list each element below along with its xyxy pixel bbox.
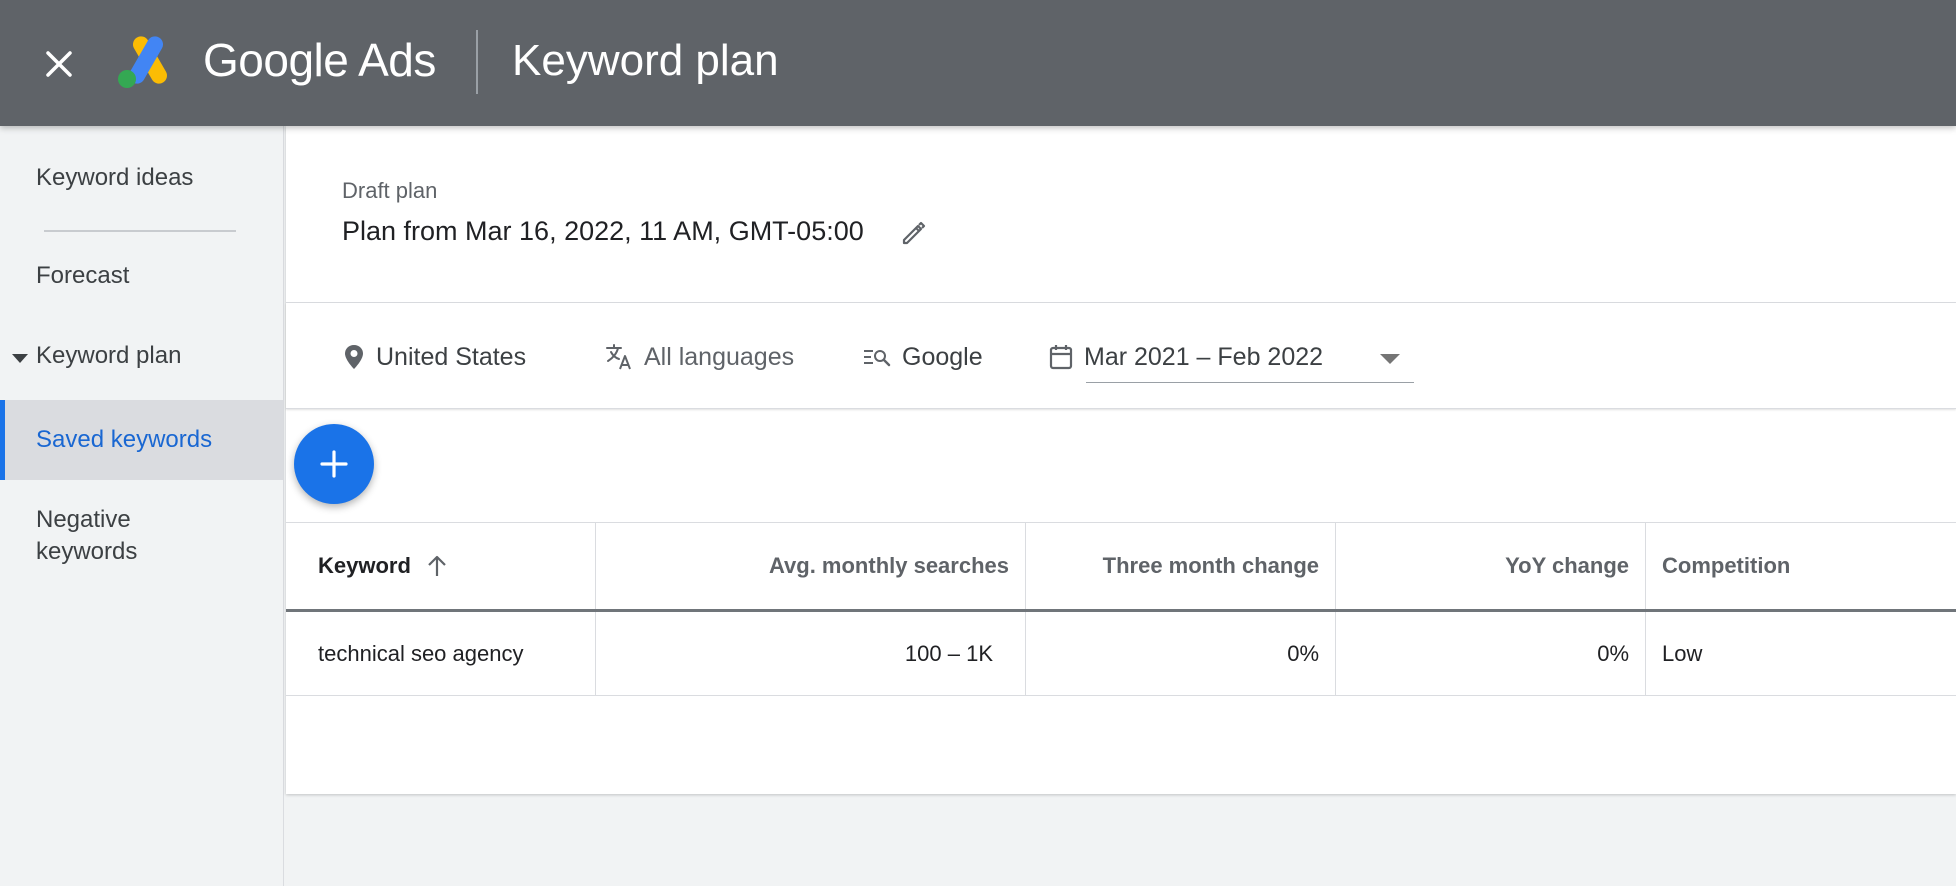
language-label: All languages bbox=[644, 342, 795, 371]
chevron-down-icon[interactable] bbox=[1380, 354, 1400, 364]
column-header-label: Avg. monthly searches bbox=[768, 553, 1009, 578]
sidebar-divider bbox=[44, 230, 236, 232]
sidebar-item-negative-keywords[interactable]: Negative keywords bbox=[0, 504, 284, 574]
column-header-avg-monthly-searches[interactable]: Avg. monthly searches bbox=[596, 523, 1026, 609]
sidebar-item-label: Saved keywords bbox=[36, 426, 213, 453]
location-label: United States bbox=[376, 342, 527, 371]
sidebar-item-forecast[interactable]: Forecast bbox=[0, 262, 284, 302]
arrow-up-icon[interactable] bbox=[425, 553, 449, 579]
column-header-three-month-change[interactable]: Three month change bbox=[1026, 523, 1336, 609]
active-indicator bbox=[0, 400, 5, 480]
brand-ads: Ads bbox=[358, 34, 436, 86]
yoy-change-cell: 0% bbox=[1336, 612, 1646, 695]
search-network-icon bbox=[864, 350, 891, 367]
filter-bar: United States All languages Google Mar 2… bbox=[286, 303, 1956, 409]
network-label: Google bbox=[902, 342, 983, 371]
competition-cell: Low bbox=[1662, 640, 1703, 666]
column-header-label: Competition bbox=[1662, 553, 1791, 578]
avg-monthly-searches-cell: 100 – 1K bbox=[596, 612, 1026, 695]
three-month-change-cell: 0% bbox=[1026, 612, 1336, 695]
date-range-selector[interactable]: Mar 2021 – Feb 2022 bbox=[1048, 339, 1323, 375]
brand-google: Google bbox=[203, 34, 349, 86]
table-header: Keyword Avg. monthly searches Three mont… bbox=[286, 522, 1956, 612]
language-filter[interactable]: All languages bbox=[604, 339, 794, 375]
plan-status: Draft plan bbox=[342, 178, 438, 203]
close-button[interactable] bbox=[38, 43, 80, 85]
plan-name: Plan from Mar 16, 2022, 11 AM, GMT-05:00 bbox=[342, 216, 864, 246]
column-header-keyword[interactable]: Keyword bbox=[286, 523, 596, 609]
calendar-icon bbox=[1049, 345, 1073, 370]
add-keywords-button[interactable] bbox=[294, 424, 374, 504]
column-header-competition[interactable]: Competition bbox=[1646, 523, 1956, 609]
main-panel: Draft plan Plan from Mar 16, 2022, 11 AM… bbox=[286, 126, 1956, 794]
keyword-cell: technical seo agency bbox=[286, 612, 596, 695]
page-title: Keyword plan bbox=[512, 36, 779, 85]
sidebar-item-label: Keyword ideas bbox=[36, 164, 194, 191]
pencil-icon bbox=[902, 221, 926, 245]
column-header-yoy-change[interactable]: YoY change bbox=[1336, 523, 1646, 609]
app-header: Google Ads Keyword plan bbox=[0, 0, 1956, 126]
plus-icon bbox=[320, 450, 348, 478]
brand-name: Google Ads bbox=[203, 33, 436, 87]
translate-icon bbox=[606, 344, 631, 370]
column-header-label: Three month change bbox=[1102, 553, 1319, 578]
sidebar-item-label: Forecast bbox=[36, 262, 130, 289]
column-header-label: Keyword bbox=[318, 553, 411, 578]
caret-down-icon bbox=[12, 354, 28, 363]
date-range-label: Mar 2021 – Feb 2022 bbox=[1084, 342, 1324, 371]
location-filter[interactable]: United States bbox=[342, 339, 526, 375]
sidebar-item-label: Keyword plan bbox=[36, 342, 182, 369]
column-header-label: YoY change bbox=[1505, 553, 1629, 578]
date-range-underline bbox=[1086, 382, 1414, 383]
google-ads-logo-icon bbox=[118, 36, 167, 88]
close-icon bbox=[46, 51, 72, 77]
sidebar-item-label: Negative keywords bbox=[36, 506, 138, 565]
sidebar-item-saved-keywords[interactable]: Saved keywords bbox=[0, 400, 284, 480]
header-divider bbox=[476, 30, 478, 94]
sidebar-item-keyword-ideas[interactable]: Keyword ideas bbox=[0, 164, 284, 204]
network-filter[interactable]: Google bbox=[862, 339, 983, 375]
table-row[interactable]: technical seo agency 100 – 1K 0% 0% Low bbox=[286, 612, 1956, 696]
edit-plan-name-button[interactable] bbox=[900, 218, 928, 246]
map-pin-icon bbox=[345, 345, 363, 369]
sidebar: Keyword ideas Forecast Keyword plan Save… bbox=[0, 126, 284, 886]
sidebar-item-keyword-plan[interactable]: Keyword plan bbox=[0, 342, 284, 382]
